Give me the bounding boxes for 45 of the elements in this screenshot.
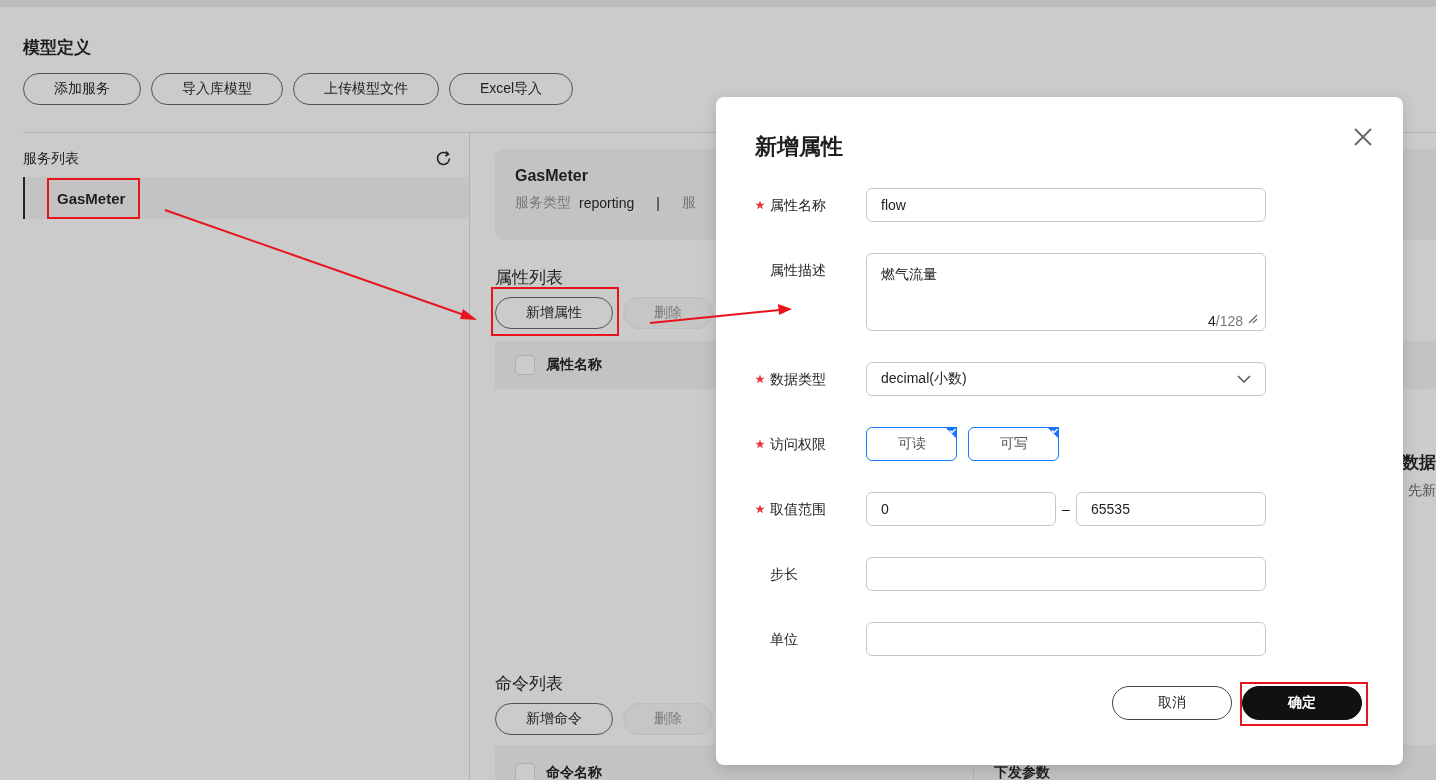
checkbox[interactable]	[515, 763, 535, 780]
input-field[interactable]	[866, 622, 1266, 656]
separator-text: |	[656, 195, 660, 211]
field-label: 属性名称	[770, 196, 826, 215]
confirm-button[interactable]: 确定	[1242, 686, 1362, 720]
page-title: 模型定义	[23, 37, 91, 59]
field-label: 步长	[770, 565, 798, 584]
character-count: 4/128	[1207, 313, 1243, 329]
resize-handle-icon	[1248, 314, 1258, 324]
input-field[interactable]: 0	[866, 492, 1056, 526]
field-label: 数据类型	[770, 370, 826, 389]
input-field[interactable]	[866, 557, 1266, 591]
field-label: 访问权限	[770, 435, 826, 454]
checkbox-tag[interactable]: 可读	[866, 427, 957, 461]
column-header: 下发参数	[994, 764, 1050, 780]
column-header: 属性名称	[546, 356, 602, 374]
dialog-title: 新增属性	[755, 133, 843, 161]
service-item[interactable]: GasMeter	[23, 177, 469, 219]
close-icon[interactable]	[1353, 127, 1373, 147]
field-label: 单位	[770, 630, 798, 649]
field-value: 燃气流量	[881, 266, 937, 284]
text-area[interactable]: 燃气流量 4/128	[866, 253, 1266, 331]
dropdown-field[interactable]: decimal(小数)	[866, 362, 1266, 396]
checkbox[interactable]	[515, 355, 535, 375]
field-value: decimal(小数)	[881, 370, 967, 388]
empty-title: 数据	[1402, 452, 1436, 474]
panel-title: 服务列表	[23, 150, 79, 168]
field-label: 服	[681, 194, 696, 212]
service-name: GasMeter	[57, 189, 126, 207]
section-title: 属性列表	[495, 267, 563, 289]
empty-hint: 先新	[1408, 482, 1436, 500]
field-label: 属性描述	[770, 261, 826, 280]
refresh-icon[interactable]	[435, 150, 453, 168]
field-label: 取值范围	[770, 500, 826, 519]
field-label: 服务类型	[515, 194, 571, 212]
column-header: 命令名称	[546, 764, 602, 780]
checkbox-tag[interactable]: 可写	[968, 427, 1059, 461]
input-field[interactable]: 65535	[1076, 492, 1266, 526]
range-separator: –	[1061, 501, 1071, 517]
section-title: 命令列表	[495, 673, 563, 695]
cancel-button[interactable]: 取消	[1112, 686, 1232, 720]
input-field[interactable]: flow	[866, 188, 1266, 222]
field-value: reporting	[579, 195, 635, 211]
chevron-down-icon	[1237, 375, 1251, 383]
service-name: GasMeter	[515, 167, 588, 185]
